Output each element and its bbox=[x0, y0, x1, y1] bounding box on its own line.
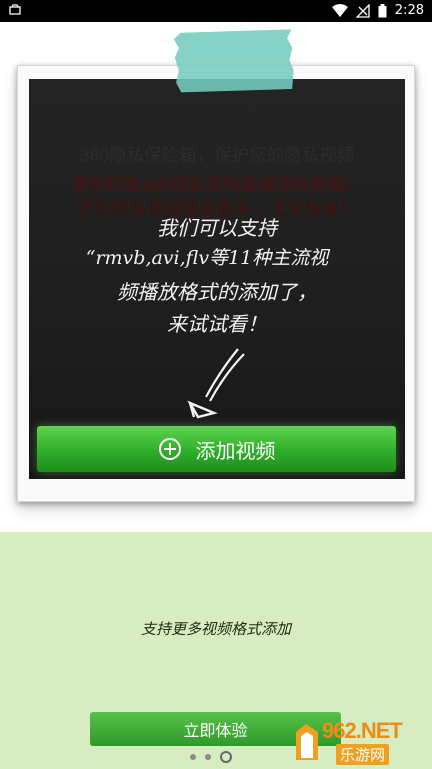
promo-script-line: 来试试看！ bbox=[167, 312, 267, 336]
status-time: 2:28 bbox=[394, 3, 424, 18]
page-dot-active bbox=[220, 751, 232, 763]
promo-hidden-line: 360隐私保险箱，保护您的隐私视频 bbox=[79, 145, 355, 165]
notification-icon bbox=[8, 3, 22, 17]
add-video-button[interactable]: 添加视频 bbox=[37, 426, 396, 472]
page-dot bbox=[205, 754, 211, 760]
promo-hidden-line: 请勿卸载360隐私保险箱或清除数据， bbox=[71, 175, 363, 195]
add-video-label: 添加视频 bbox=[195, 440, 276, 463]
intro-caption: 支持更多视频格式添加 bbox=[140, 620, 291, 638]
watermark-logo-icon bbox=[296, 724, 318, 760]
promo-script-line: 我们可以支持 bbox=[157, 216, 277, 240]
site-watermark: 962.NET 乐游网 bbox=[292, 716, 430, 766]
page-dot bbox=[190, 754, 196, 760]
status-bar: 2:28 bbox=[0, 0, 432, 22]
page-indicator bbox=[190, 751, 232, 763]
promo-script-line: 频播放格式的添加了， bbox=[117, 280, 317, 304]
arrow-icon bbox=[187, 348, 245, 419]
promo-script-line: “rmvb,avi,flv等11种主流视 bbox=[85, 247, 329, 269]
watermark-brand: 962.NET bbox=[322, 718, 403, 743]
wifi-icon bbox=[331, 3, 348, 18]
tape-decoration bbox=[173, 27, 294, 95]
plus-circle-icon bbox=[158, 437, 182, 461]
signal-icon bbox=[355, 3, 370, 18]
battery-icon bbox=[378, 3, 387, 18]
watermark-sub: 乐游网 bbox=[336, 744, 390, 765]
